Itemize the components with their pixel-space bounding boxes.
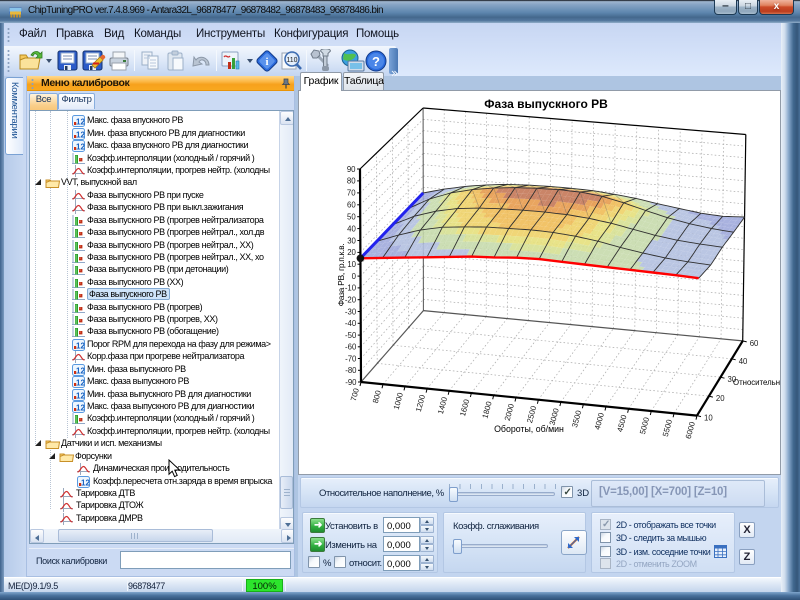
svg-text:-40: -40 [345, 319, 357, 328]
svg-text:1000: 1000 [392, 391, 405, 411]
svg-text:12: 12 [76, 341, 85, 350]
svg-text:?: ? [372, 54, 380, 69]
svg-text:1200: 1200 [414, 393, 427, 413]
svg-text:3500: 3500 [570, 409, 583, 429]
svg-text:1800: 1800 [480, 400, 493, 420]
svg-text:-20: -20 [345, 296, 357, 305]
svg-text:-70: -70 [345, 354, 357, 363]
svg-text:12: 12 [76, 379, 85, 388]
svg-text:i: i [265, 56, 268, 68]
svg-text:-90: -90 [345, 378, 357, 387]
svg-text:80: 80 [347, 177, 356, 186]
svg-text:-50: -50 [345, 331, 357, 340]
svg-text:5000: 5000 [638, 416, 651, 436]
svg-text:60: 60 [347, 201, 356, 210]
svg-text:700: 700 [349, 387, 361, 403]
svg-text:40: 40 [347, 224, 356, 233]
svg-text:1600: 1600 [458, 398, 471, 418]
svg-text:50: 50 [347, 213, 356, 222]
svg-text:10: 10 [704, 414, 713, 423]
svg-text:20: 20 [716, 394, 725, 403]
svg-text:12: 12 [76, 404, 85, 413]
svg-text:12: 12 [81, 478, 90, 487]
svg-text:12: 12 [76, 143, 85, 152]
svg-text:70: 70 [347, 189, 356, 198]
svg-text:2000: 2000 [503, 402, 516, 422]
svg-text:4000: 4000 [593, 411, 606, 431]
svg-text:-60: -60 [345, 343, 357, 352]
svg-text:60: 60 [750, 339, 759, 348]
svg-text:20: 20 [347, 248, 356, 257]
svg-text:-10: -10 [345, 284, 357, 293]
svg-text:0: 0 [352, 272, 357, 281]
svg-text:12: 12 [76, 366, 85, 375]
svg-text:6000: 6000 [684, 420, 697, 440]
svg-text:2500: 2500 [525, 404, 538, 424]
svg-text:-80: -80 [345, 366, 357, 375]
svg-text:40: 40 [739, 357, 748, 366]
svg-text:5500: 5500 [661, 418, 674, 438]
svg-text:Фаза РВ, гр.п.к.в.: Фаза РВ, гр.п.к.в. [336, 244, 346, 307]
svg-text:1400: 1400 [436, 395, 449, 415]
svg-text:30: 30 [347, 236, 356, 245]
svg-text:12: 12 [76, 118, 85, 127]
svg-text:10: 10 [347, 260, 356, 269]
svg-text:110: 110 [286, 57, 297, 64]
svg-text:800: 800 [371, 389, 383, 405]
svg-text:Обороты, об/мин: Обороты, об/мин [494, 424, 564, 434]
svg-text:Относительное н: Относительное н [733, 378, 780, 387]
svg-text:90: 90 [347, 165, 356, 174]
svg-text:12: 12 [76, 391, 85, 400]
svg-text:12: 12 [76, 130, 85, 139]
svg-text:4500: 4500 [615, 413, 628, 433]
svg-text:-30: -30 [345, 307, 357, 316]
svg-text:Фаза выпускного РВ: Фаза выпускного РВ [484, 97, 608, 111]
